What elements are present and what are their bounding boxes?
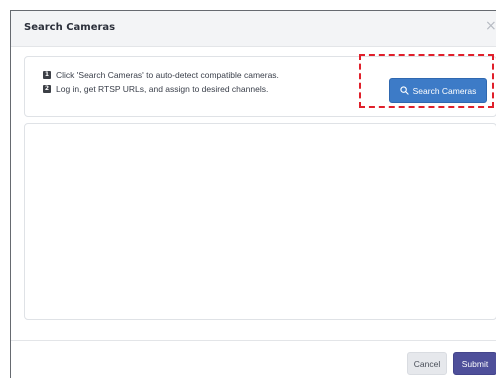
instruction-step-1: 1 Click 'Search Cameras' to auto-detect … — [43, 70, 279, 80]
instruction-step-2: 2 Log in, get RTSP URLs, and assign to d… — [43, 84, 268, 94]
cancel-button[interactable]: Cancel — [407, 352, 447, 375]
dialog-title: Search Cameras — [24, 22, 116, 33]
step-number-badge: 1 — [43, 71, 51, 79]
submit-button[interactable]: Submit — [453, 352, 496, 375]
camera-results-list — [24, 123, 496, 320]
close-icon[interactable]: × — [485, 19, 496, 33]
step-number-badge: 2 — [43, 85, 51, 93]
footer-divider — [11, 340, 496, 341]
search-button-highlight — [359, 54, 494, 108]
dialog-header: Search Cameras × — [11, 11, 496, 47]
instruction-step-text: Click 'Search Cameras' to auto-detect co… — [56, 70, 279, 80]
instruction-step-text: Log in, get RTSP URLs, and assign to des… — [56, 84, 269, 94]
